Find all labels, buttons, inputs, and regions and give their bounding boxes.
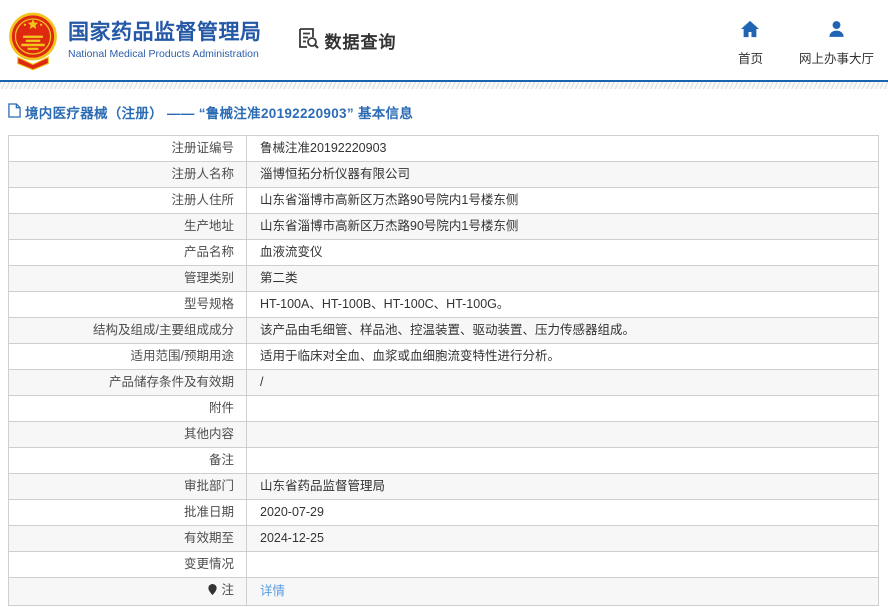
breadcrumb-text: 境内医疗器械（注册） —— “鲁械注准20192220903” 基本信息 [25,106,414,121]
table-row: 有效期至 2024-12-25 [8,525,879,552]
table-row: 生产地址 山东省淄博市高新区万杰路90号院内1号楼东侧 [8,213,879,240]
table-row: 批准日期 2020-07-29 [8,499,879,526]
row-value: 淄博恒拓分析仪器有限公司 [246,161,879,188]
row-label: 生产地址 [8,213,247,240]
data-query-label: 数据查询 [324,32,397,52]
row-value [246,447,879,474]
data-query-section[interactable]: 数据查询 [296,26,397,55]
pin-icon [207,580,218,605]
document-search-icon [296,26,325,55]
table-row: 注册证编号 鲁械注准20192220903 [8,135,879,162]
row-label: 结构及组成/主要组成成分 [8,317,247,344]
row-label: 备注 [8,447,247,474]
row-label: 有效期至 [8,525,247,552]
table-row: 其他内容 [8,421,879,448]
row-value: 第二类 [246,265,879,292]
home-icon [740,20,760,43]
nav-service-hall-label: 网上办事大厅 [798,51,874,66]
row-value: 山东省药品监督管理局 [246,473,879,500]
site-header: 国家药品监督管理局 National Medical Products Admi… [0,0,888,80]
row-value: / [246,369,879,396]
row-value: 该产品由毛细管、样品池、控温装置、驱动装置、压力传感器组成。 [246,317,879,344]
row-label: 管理类别 [8,265,247,292]
nav-home-label: 首页 [737,51,763,66]
user-icon [827,20,846,43]
row-label: 注册人名称 [8,161,247,188]
row-label: 注册人住所 [8,187,247,214]
header-left: 国家药品监督管理局 National Medical Products Admi… [6,9,397,71]
row-label: 审批部门 [8,473,247,500]
row-label: 型号规格 [8,291,247,318]
table-row: 备注 [8,447,879,474]
info-table-body: 注册证编号 鲁械注准20192220903 注册人名称 淄博恒拓分析仪器有限公司 注册人… [8,135,879,606]
breadcrumb: 境内医疗器械（注册） —— “鲁械注准20192220903” 基本信息 [8,102,888,122]
table-row: 注详情 [8,577,879,606]
row-value: 2024-12-25 [246,525,879,552]
table-row: 产品名称 血液流变仪 [8,239,879,266]
table-row: 型号规格 HT-100A、HT-100B、HT-100C、HT-100G。 [8,291,879,318]
detail-link[interactable]: 详情 [260,584,285,598]
row-value: HT-100A、HT-100B、HT-100C、HT-100G。 [246,291,879,318]
table-row: 管理类别 第二类 [8,265,879,292]
nav-home[interactable]: 首页 [738,20,763,67]
row-value: 适用于临床对全血、血浆或血细胞流变特性进行分析。 [246,343,879,370]
document-icon [8,103,25,121]
info-table: 注册证编号 鲁械注准20192220903 注册人名称 淄博恒拓分析仪器有限公司 注册人… [8,135,879,606]
row-value [246,421,879,448]
row-label: 适用范围/预期用途 [8,343,247,370]
title-block: 国家药品监督管理局 National Medical Products Admi… [68,20,262,59]
row-label: 注册证编号 [8,135,247,162]
table-row: 结构及组成/主要组成成分 该产品由毛细管、样品池、控温装置、驱动装置、压力传感器组… [8,317,879,344]
row-label: 附件 [8,395,247,422]
table-row: 产品储存条件及有效期 / [8,369,879,396]
row-value [246,395,879,422]
row-value: 山东省淄博市高新区万杰路90号院内1号楼东侧 [246,213,879,240]
nav-service-hall[interactable]: 网上办事大厅 [799,20,874,67]
china-national-emblem-logo [6,11,60,71]
hatch-strip [0,82,888,89]
row-value: 血液流变仪 [246,239,879,266]
site-subtitle: National Medical Products Administration [68,47,259,60]
row-label: 变更情况 [8,551,247,578]
row-value [246,551,879,578]
row-label: 其他内容 [8,421,247,448]
row-value: 详情 [246,577,879,606]
row-value: 2020-07-29 [246,499,879,526]
table-row: 审批部门 山东省药品监督管理局 [8,473,879,500]
table-row: 注册人名称 淄博恒拓分析仪器有限公司 [8,161,879,188]
table-row: 注册人住所 山东省淄博市高新区万杰路90号院内1号楼东侧 [8,187,879,214]
row-label: 注 [8,577,247,606]
row-value: 鲁械注准20192220903 [246,135,879,162]
table-row: 变更情况 [8,551,879,578]
table-row: 适用范围/预期用途 适用于临床对全血、血浆或血细胞流变特性进行分析。 [8,343,879,370]
row-label: 批准日期 [8,499,247,526]
row-label: 产品储存条件及有效期 [8,369,247,396]
site-title: 国家药品监督管理局 [68,21,262,45]
table-row: 附件 [8,395,879,422]
row-value: 山东省淄博市高新区万杰路90号院内1号楼东侧 [246,187,879,214]
row-label: 产品名称 [8,239,247,266]
header-nav: 首页 网上办事大厅 [738,20,874,67]
